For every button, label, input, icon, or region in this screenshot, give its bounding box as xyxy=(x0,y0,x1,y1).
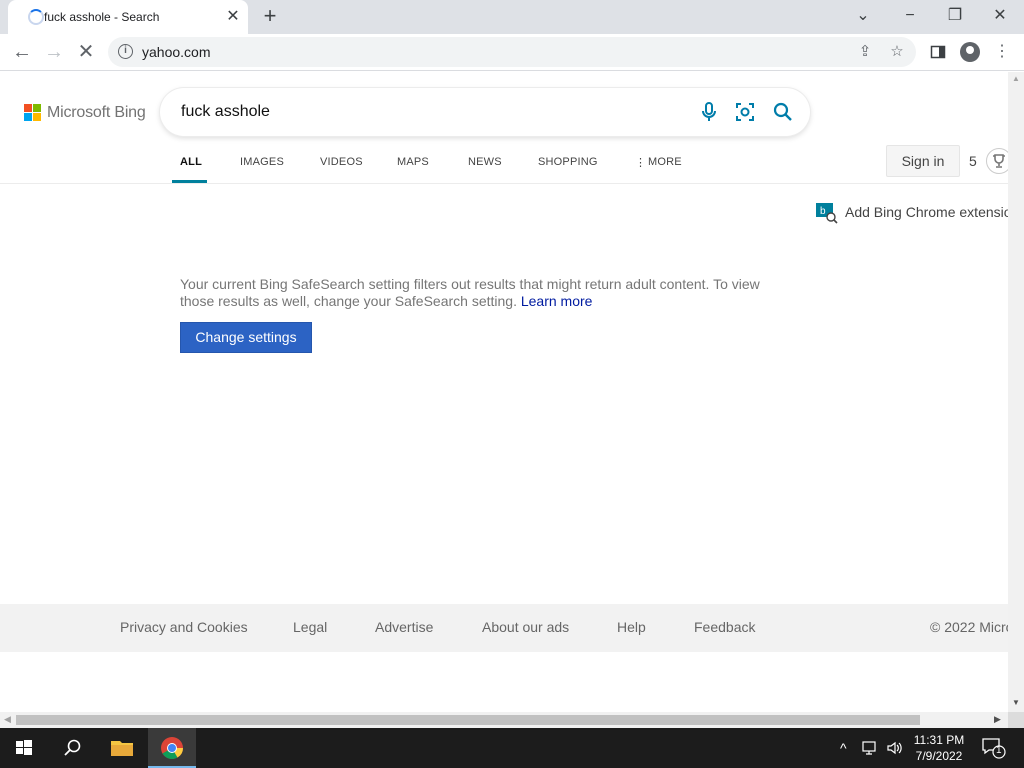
close-window-button[interactable]: ✕ xyxy=(986,4,1014,28)
safesearch-message-text: Your current Bing SafeSearch setting fil… xyxy=(180,276,760,309)
new-tab-button[interactable]: + xyxy=(258,4,282,28)
learn-more-link[interactable]: Learn more xyxy=(521,293,593,309)
network-icon[interactable] xyxy=(862,740,880,759)
visual-search-icon[interactable] xyxy=(733,100,757,124)
search-box[interactable]: fuck asshole xyxy=(160,88,810,136)
tab-news[interactable]: NEWS xyxy=(468,156,502,168)
page-viewport: Microsoft Bing fuck asshole ALL IMAGES V… xyxy=(0,72,1008,712)
tab-videos[interactable]: VIDEOS xyxy=(320,156,363,168)
rewards-count[interactable]: 5 xyxy=(969,153,977,169)
chrome-taskbar-icon[interactable] xyxy=(148,728,196,768)
sign-in-button[interactable]: Sign in xyxy=(886,145,960,177)
tab-search-chevron-icon[interactable]: ⌄ xyxy=(849,4,877,28)
url-text[interactable]: yahoo.com xyxy=(142,44,210,60)
show-hidden-icons-chevron-icon[interactable]: ^ xyxy=(840,740,847,756)
site-info-icon[interactable]: i xyxy=(118,44,133,59)
footer-link-legal[interactable]: Legal xyxy=(293,619,327,635)
footer-link-feedback[interactable]: Feedback xyxy=(694,619,755,635)
scroll-up-icon[interactable]: ▲ xyxy=(1012,74,1020,83)
logo-text: Microsoft Bing xyxy=(47,104,146,121)
windows-taskbar: ^ 11:31 PM 7/9/2022 1 xyxy=(0,728,1024,768)
side-panel-icon[interactable] xyxy=(926,40,950,64)
menu-kebab-icon[interactable]: ⋮ xyxy=(990,40,1014,64)
forward-button[interactable]: → xyxy=(42,40,66,64)
browser-toolbar: ← → ✕ i yahoo.com ⇪ ☆ ⋮ xyxy=(0,34,1024,71)
taskbar-search-icon[interactable] xyxy=(48,728,96,768)
footer: Privacy and Cookies Legal Advertise Abou… xyxy=(0,604,1008,652)
footer-link-help[interactable]: Help xyxy=(617,619,646,635)
back-button[interactable]: ← xyxy=(10,40,34,64)
start-button[interactable] xyxy=(0,728,48,768)
tab-strip: fuck asshole - Search ✕ + ⌄ − ❐ ✕ xyxy=(0,0,1024,34)
restore-button[interactable]: ❐ xyxy=(941,4,969,28)
tab-maps[interactable]: MAPS xyxy=(397,156,429,168)
svg-text:b: b xyxy=(820,206,826,217)
share-icon[interactable]: ⇪ xyxy=(854,41,876,63)
microphone-icon[interactable] xyxy=(697,100,721,124)
close-tab-icon[interactable]: ✕ xyxy=(222,6,244,28)
file-explorer-icon[interactable] xyxy=(98,728,146,768)
stop-loading-button[interactable]: ✕ xyxy=(74,40,98,64)
extension-promo-text[interactable]: Add Bing Chrome extension xyxy=(845,204,1008,220)
notification-count: 1 xyxy=(996,745,1002,756)
scroll-left-icon[interactable]: ◀ xyxy=(4,714,11,725)
footer-copyright: © 2022 Microsoft xyxy=(930,619,1008,635)
change-settings-button[interactable]: Change settings xyxy=(180,322,312,353)
bookmark-star-icon[interactable]: ☆ xyxy=(886,41,908,63)
clock-date: 7/9/2022 xyxy=(915,749,963,763)
footer-link-about-ads[interactable]: About our ads xyxy=(482,619,569,635)
rewards-trophy-icon[interactable] xyxy=(986,148,1008,174)
system-clock[interactable]: 11:31 PM 7/9/2022 xyxy=(906,732,972,764)
loading-spinner-icon xyxy=(28,9,44,25)
tab-all[interactable]: ALL xyxy=(180,156,202,168)
vertical-scrollbar[interactable]: ▲ ▼ xyxy=(1008,72,1024,712)
scroll-right-icon[interactable]: ▶ xyxy=(994,714,1001,725)
tab-more[interactable]: MORE xyxy=(648,156,682,168)
bing-extension-icon: b xyxy=(816,202,838,224)
footer-link-privacy[interactable]: Privacy and Cookies xyxy=(120,619,248,635)
scroll-down-icon[interactable]: ▼ xyxy=(1012,698,1020,707)
safesearch-message: Your current Bing SafeSearch setting fil… xyxy=(180,276,780,310)
minimize-button[interactable]: − xyxy=(896,4,924,28)
profile-avatar[interactable] xyxy=(960,42,980,62)
scope-bar: ALL IMAGES VIDEOS MAPS NEWS SHOPPING ⋮ M… xyxy=(0,146,1008,184)
horizontal-scroll-thumb[interactable] xyxy=(16,715,920,725)
address-bar[interactable]: i yahoo.com ⇪ ☆ xyxy=(108,37,916,67)
active-tab-indicator xyxy=(172,180,207,183)
clock-time: 11:31 PM xyxy=(913,733,965,747)
browser-tab[interactable]: fuck asshole - Search ✕ xyxy=(8,0,248,34)
tab-title: fuck asshole - Search xyxy=(44,10,160,24)
tab-shopping[interactable]: SHOPPING xyxy=(538,156,598,168)
horizontal-scrollbar[interactable]: ◀ ▶ xyxy=(0,712,1008,728)
more-menu-icon[interactable]: ⋮ xyxy=(635,156,646,169)
search-input[interactable]: fuck asshole xyxy=(181,103,270,121)
volume-icon[interactable] xyxy=(886,740,904,759)
footer-link-advertise[interactable]: Advertise xyxy=(375,619,433,635)
search-icon[interactable] xyxy=(771,100,795,124)
notification-center-icon[interactable]: 1 xyxy=(980,736,1006,760)
tab-images[interactable]: IMAGES xyxy=(240,156,284,168)
scrollbar-corner xyxy=(1008,712,1024,728)
microsoft-logo-icon xyxy=(24,104,41,121)
